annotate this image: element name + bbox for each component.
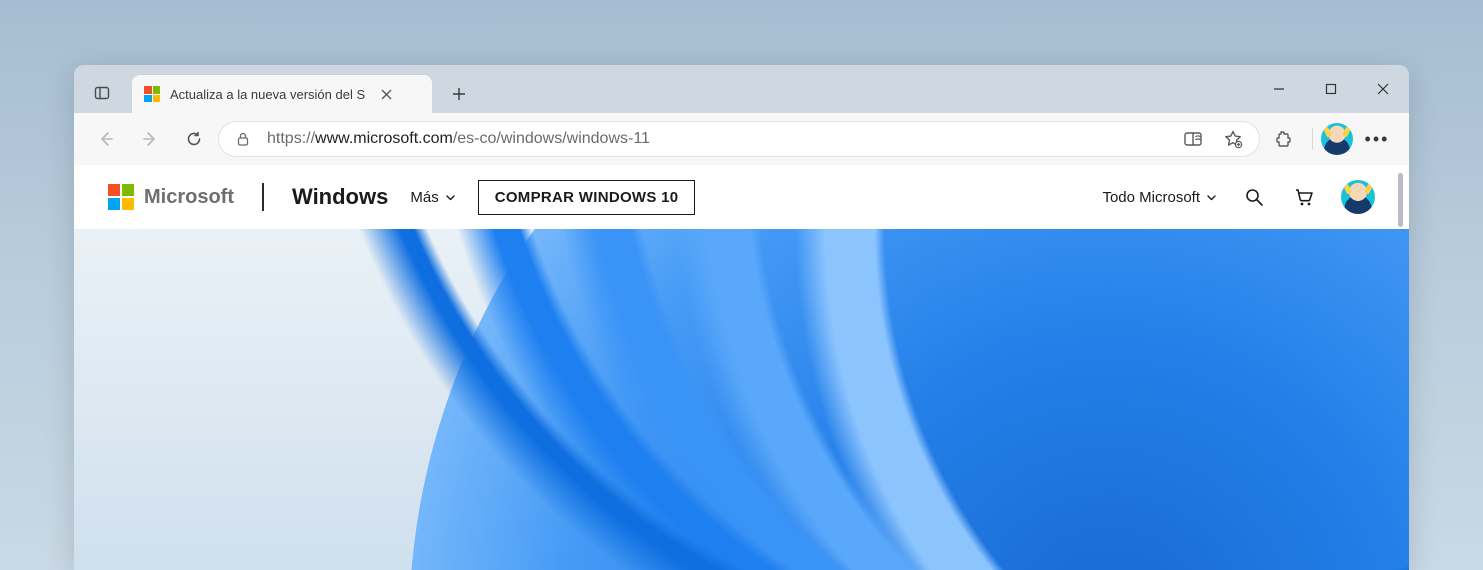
refresh-icon <box>185 130 203 148</box>
more-menu[interactable]: Más <box>410 189 455 206</box>
microsoft-logo-text: Microsoft <box>144 186 234 209</box>
tab-close-button[interactable] <box>375 83 397 105</box>
profile-avatar-button[interactable] <box>1321 123 1353 155</box>
all-microsoft-menu[interactable]: Todo Microsoft <box>1102 189 1217 206</box>
page-scrollbar[interactable] <box>1398 173 1403 227</box>
maximize-button[interactable] <box>1305 65 1357 113</box>
minimize-icon <box>1273 83 1285 95</box>
tab-actions-icon <box>94 85 110 101</box>
header-divider <box>262 183 264 211</box>
search-button[interactable] <box>1241 184 1267 210</box>
forward-arrow-icon <box>141 130 159 148</box>
site-info-button[interactable] <box>229 125 257 153</box>
close-icon <box>381 89 392 100</box>
star-plus-icon <box>1223 129 1243 149</box>
lock-icon <box>235 131 251 147</box>
browser-window: Actualiza a la nueva versión del S <box>74 65 1409 570</box>
tab-title: Actualiza a la nueva versión del S <box>170 87 365 102</box>
close-icon <box>1377 83 1389 95</box>
more-menu-label: Más <box>410 189 438 206</box>
tab-actions-button[interactable] <box>82 73 122 113</box>
microsoft-favicon <box>144 86 160 102</box>
forward-button[interactable] <box>130 119 170 159</box>
plus-icon <box>452 87 466 101</box>
new-tab-button[interactable] <box>442 77 476 111</box>
toolbar: https://www.microsoft.com/es-co/windows/… <box>74 113 1409 165</box>
cart-icon <box>1293 186 1315 208</box>
address-bar[interactable]: https://www.microsoft.com/es-co/windows/… <box>218 121 1260 157</box>
search-icon <box>1244 187 1264 207</box>
back-button[interactable] <box>86 119 126 159</box>
microsoft-logo-icon <box>108 184 134 210</box>
hero-image <box>74 229 1409 570</box>
window-controls <box>1253 65 1409 113</box>
reading-mode-icon <box>1183 129 1203 149</box>
url-path: /es-co/windows/windows-11 <box>453 130 650 147</box>
url-text: https://www.microsoft.com/es-co/windows/… <box>267 130 650 148</box>
all-microsoft-label: Todo Microsoft <box>1102 189 1200 206</box>
back-arrow-icon <box>97 130 115 148</box>
chevron-down-icon <box>1206 192 1217 203</box>
buy-windows-button[interactable]: COMPRAR WINDOWS 10 <box>478 180 696 215</box>
url-scheme: https:// <box>267 130 315 147</box>
maximize-icon <box>1325 83 1337 95</box>
refresh-button[interactable] <box>174 119 214 159</box>
settings-menu-button[interactable]: ••• <box>1357 129 1397 150</box>
windows-brand-link[interactable]: Windows <box>292 184 388 210</box>
favorite-button[interactable] <box>1217 123 1249 155</box>
extensions-button[interactable] <box>1264 119 1304 159</box>
site-header: Microsoft Windows Más COMPRAR WINDOWS 10… <box>74 165 1409 229</box>
close-window-button[interactable] <box>1357 65 1409 113</box>
microsoft-logo-link[interactable]: Microsoft <box>108 184 234 210</box>
chevron-down-icon <box>445 192 456 203</box>
reading-mode-button[interactable] <box>1177 123 1209 155</box>
minimize-button[interactable] <box>1253 65 1305 113</box>
browser-tab[interactable]: Actualiza a la nueva versión del S <box>132 75 432 113</box>
page-content: Microsoft Windows Más COMPRAR WINDOWS 10… <box>74 165 1409 570</box>
toolbar-separator <box>1312 128 1313 150</box>
cart-button[interactable] <box>1291 184 1317 210</box>
url-host: www.microsoft.com <box>315 130 453 147</box>
extensions-icon <box>1274 129 1294 149</box>
titlebar: Actualiza a la nueva versión del S <box>74 65 1409 113</box>
account-avatar-button[interactable] <box>1341 180 1375 214</box>
site-header-right: Todo Microsoft <box>1102 180 1375 214</box>
